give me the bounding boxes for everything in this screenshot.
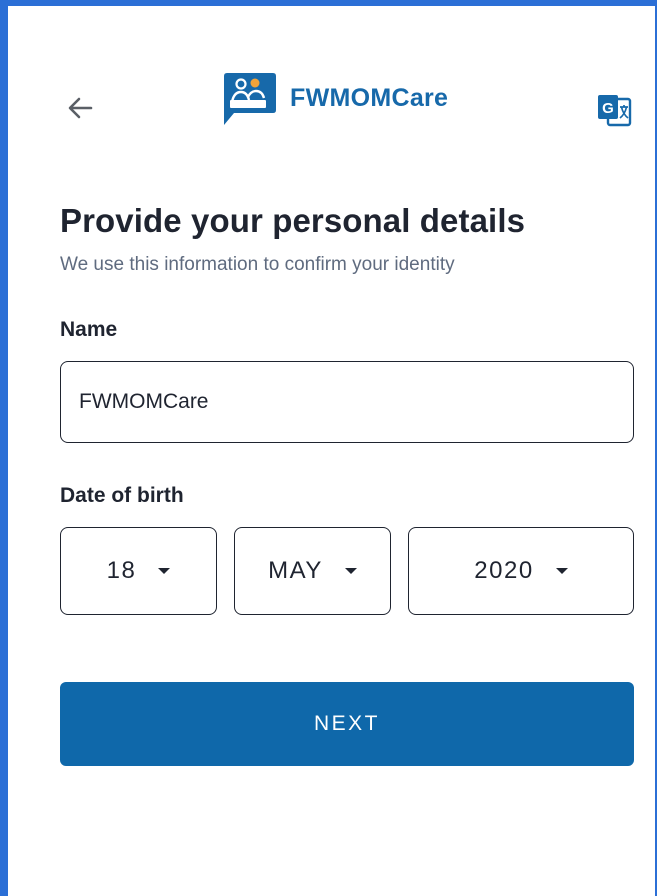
dob-day-value: 18 [106,557,137,584]
translate-button[interactable]: G [594,90,634,130]
app-logo: FWMOMCare [220,70,448,128]
app-name: FWMOMCare [290,83,449,112]
name-label: Name [60,318,118,341]
fwmomcare-logo-icon [220,70,278,128]
dob-label: Date of birth [60,484,184,507]
next-button[interactable]: NEXT [60,682,634,766]
dob-month-select[interactable]: MAY [234,527,391,615]
caret-down-icon [555,568,568,574]
dob-day-select[interactable]: 18 [60,527,217,615]
name-input[interactable] [60,361,634,443]
personal-details-screen: FWMOMCare G Provide your personal detail… [14,10,655,896]
page-title: Provide your personal details [60,202,526,239]
arrow-left-icon [68,97,93,119]
google-translate-icon: G [598,95,632,127]
back-button[interactable] [62,90,98,126]
app-header: FWMOMCare G [14,70,655,140]
caret-down-icon [158,568,171,574]
svg-text:G: G [602,100,614,117]
next-button-label: NEXT [313,712,380,735]
dob-month-value: MAY [268,557,323,584]
dob-year-value: 2020 [474,557,534,584]
page-subtitle: We use this information to confirm your … [60,254,455,275]
caret-down-icon [344,568,357,574]
dob-year-select[interactable]: 2020 [408,527,634,615]
